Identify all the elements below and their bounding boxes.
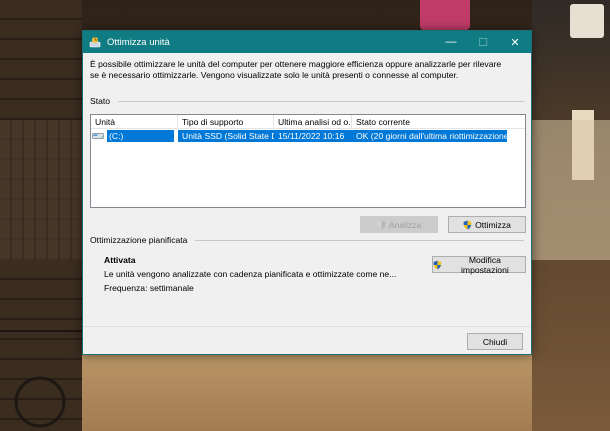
wallpaper-lantern xyxy=(420,0,470,30)
dialog-footer: Chiudi xyxy=(83,326,531,354)
drive-cell: (C:) xyxy=(91,130,178,142)
minimize-button[interactable]: — xyxy=(435,31,467,53)
optimize-button-label: Ottimizza xyxy=(475,219,511,230)
schedule-state: Attivata xyxy=(104,255,136,265)
uac-shield-icon xyxy=(433,260,442,269)
close-window-button[interactable]: ✕ xyxy=(499,31,531,53)
analyze-button[interactable]: Analizza xyxy=(360,216,438,233)
column-header-media-type[interactable]: Tipo di supporto xyxy=(178,115,274,128)
wallpaper-sign xyxy=(570,4,604,38)
optimize-drives-window: Ottimizza unità — ☐ ✕ È possibile ottimi… xyxy=(82,30,532,355)
analyze-button-label: Analizza xyxy=(388,219,422,230)
optimize-button[interactable]: Ottimizza xyxy=(448,216,526,233)
drive-list-header: Unità Tipo di supporto Ultima analisi od… xyxy=(91,115,525,129)
wallpaper-window-grid xyxy=(0,120,82,260)
status-section-header: Stato xyxy=(90,96,524,106)
uac-shield-icon xyxy=(463,220,472,229)
description-text: È possibile ottimizzare le unità del com… xyxy=(90,59,502,80)
hard-drive-icon xyxy=(92,133,104,139)
maximize-button[interactable]: ☐ xyxy=(467,31,499,53)
column-header-last-run[interactable]: Ultima analisi od o... xyxy=(274,115,352,128)
last-run-cell: 15/11/2022 10:16 xyxy=(274,130,352,142)
table-row[interactable]: (C:) Unità SSD (Solid State D... 15/11/2… xyxy=(91,130,525,142)
drive-list[interactable]: Unità Tipo di supporto Ultima analisi od… xyxy=(90,114,526,208)
status-section-label: Stato xyxy=(90,96,111,106)
scheduled-section-header: Ottimizzazione pianificata xyxy=(90,235,524,245)
wallpaper-street xyxy=(82,355,532,431)
title-bar[interactable]: Ottimizza unità — ☐ ✕ xyxy=(83,31,531,53)
defrag-app-icon xyxy=(89,37,101,48)
drive-name: (C:) xyxy=(107,130,174,142)
section-divider xyxy=(195,239,524,241)
section-divider xyxy=(118,100,524,102)
column-header-current-status[interactable]: Stato corrente xyxy=(352,115,507,128)
change-settings-button[interactable]: Modifica impostazioni xyxy=(432,254,526,275)
current-status-cell: OK (20 giorni dall'ultima riottimizzazio… xyxy=(352,130,507,142)
wallpaper-shop-light xyxy=(532,120,610,260)
schedule-frequency: Frequenza: settimanale xyxy=(104,283,194,293)
uac-shield-icon xyxy=(377,220,386,229)
media-type-cell: Unità SSD (Solid State D... xyxy=(178,130,274,142)
schedule-detail: Le unità vengono analizzate con cadenza … xyxy=(104,269,397,279)
scheduled-section: Attivata Le unità vengono analizzate con… xyxy=(90,253,526,295)
close-button[interactable]: Chiudi xyxy=(467,333,523,350)
window-title: Ottimizza unità xyxy=(107,36,170,48)
column-header-drive[interactable]: Unità xyxy=(91,115,178,128)
scheduled-section-label: Ottimizzazione pianificata xyxy=(90,235,188,245)
change-settings-button-label: Modifica impostazioni xyxy=(461,254,509,275)
